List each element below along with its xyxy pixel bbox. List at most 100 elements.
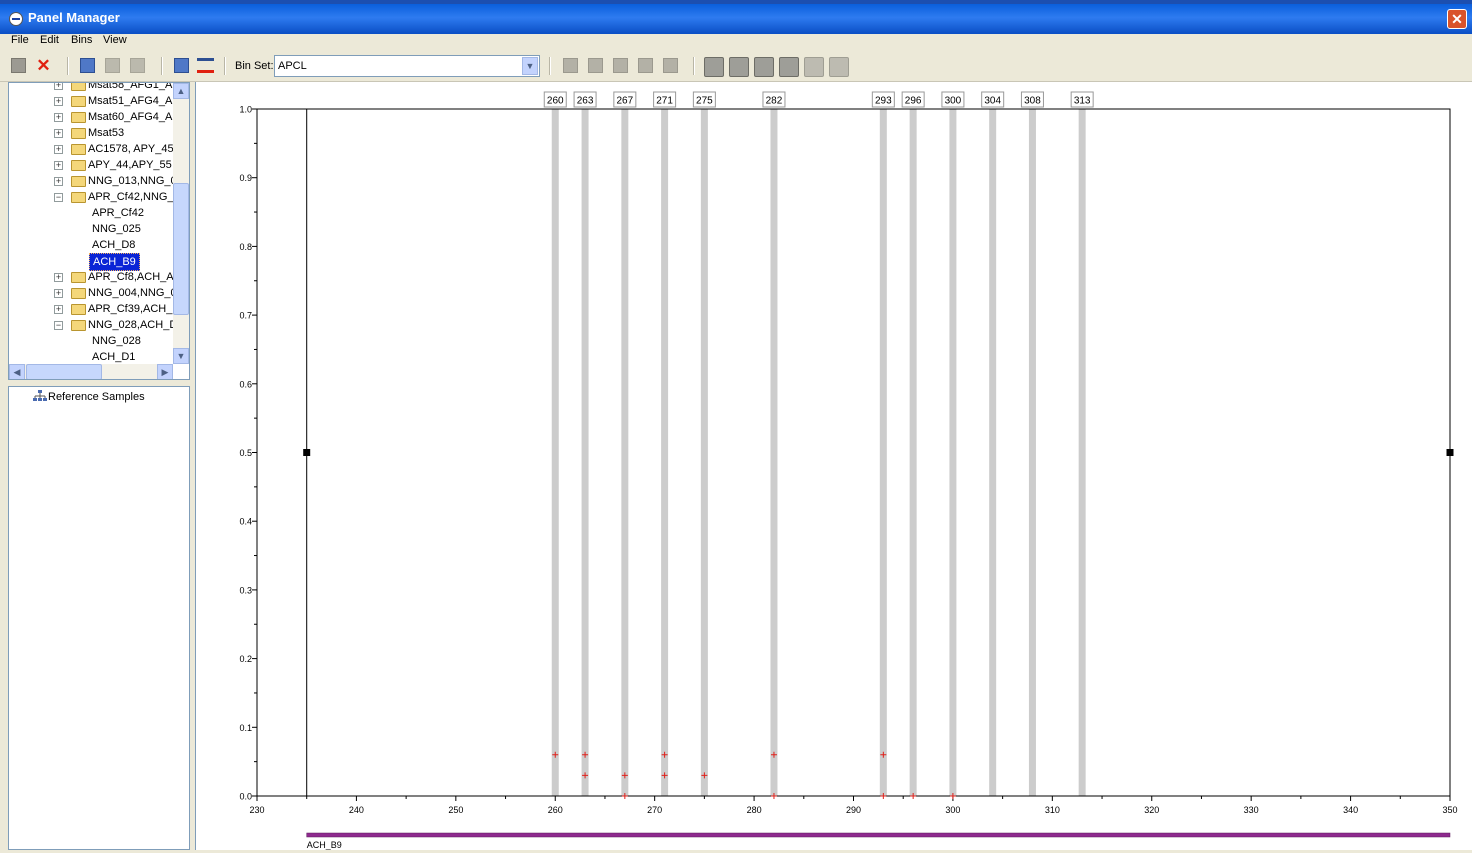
tree-marker-row[interactable]: ACH_B9	[9, 253, 173, 271]
zoom-button[interactable]	[804, 57, 824, 77]
scroll-thumb[interactable]	[26, 364, 102, 379]
tree-folder-row[interactable]: + APR_Cf39,ACH_D	[9, 301, 180, 317]
folder-icon	[71, 288, 86, 299]
range-end-handle[interactable]	[1446, 449, 1454, 456]
tree-folder-row[interactable]: + Msat51_AFG4_A	[9, 93, 173, 109]
bin-band[interactable]	[700, 109, 708, 796]
bin-band[interactable]	[909, 109, 917, 796]
bin-label: 313	[1074, 96, 1091, 107]
bin-band[interactable]	[551, 109, 559, 796]
tree-folder-label: NNG_004,NNG_0	[88, 287, 177, 299]
tree-marker-row[interactable]: NNG_025	[9, 221, 173, 237]
bin-band[interactable]	[879, 109, 887, 796]
expand-icon[interactable]: +	[54, 305, 63, 314]
bin-tool-icon[interactable]	[663, 58, 678, 73]
bin-label: 271	[656, 96, 673, 107]
zoom-button[interactable]	[704, 57, 724, 77]
expand-icon[interactable]: +	[54, 177, 63, 186]
x-tick-label: 330	[1244, 805, 1259, 815]
scroll-right-icon[interactable]: ▶	[157, 364, 173, 379]
x-tick-label: 300	[945, 805, 960, 815]
bin-label: 267	[616, 96, 633, 107]
expand-icon[interactable]: +	[54, 289, 63, 298]
menu-bins[interactable]: Bins	[71, 34, 92, 46]
tree-folder-row[interactable]: + NNG_004,NNG_0	[9, 285, 177, 301]
scroll-up-icon[interactable]: ▲	[173, 83, 189, 99]
y-tick-label: 0.8	[239, 242, 252, 252]
tree-vertical-scrollbar[interactable]: ▲ ▼	[173, 83, 189, 364]
tree-marker-row[interactable]: ACH_D1	[9, 349, 173, 365]
tree-folder-row[interactable]: − NNG_028,ACH_D	[9, 317, 177, 333]
tree-folder-row[interactable]: + APR_Cf8,ACH_A	[9, 269, 174, 285]
bin-band[interactable]	[621, 109, 629, 796]
x-tick-label: 240	[349, 805, 364, 815]
binset-select[interactable]: APCL ▼	[274, 55, 540, 77]
folder-icon	[71, 176, 86, 187]
zoom-button[interactable]	[754, 57, 774, 77]
close-button[interactable]: ✕	[1447, 9, 1467, 29]
bin-band[interactable]	[989, 109, 997, 796]
bin-band[interactable]	[661, 109, 669, 796]
bin-label: 300	[945, 96, 962, 107]
tree-folder-row[interactable]: + AC1578, APY_45	[9, 141, 174, 157]
tree-folder-row[interactable]: + Msat60_AFG4_A	[9, 109, 173, 125]
bin-band[interactable]	[1078, 109, 1086, 796]
bin-band[interactable]	[1028, 109, 1036, 796]
tree-marker-row[interactable]: APR_Cf42	[9, 205, 173, 221]
reference-samples-item[interactable]: Reference Samples	[48, 391, 145, 403]
tree-folder-row[interactable]: + Msat53	[9, 125, 173, 141]
bin-tool-icon[interactable]	[588, 58, 603, 73]
marker-range-bar[interactable]	[306, 832, 1451, 838]
tree-folder-row[interactable]: − APR_Cf42,NNG_0	[9, 189, 180, 205]
disabled-icon[interactable]	[130, 58, 145, 73]
bins-icon[interactable]	[197, 58, 214, 73]
y-tick-label: 0.5	[239, 448, 252, 458]
bin-tool-icon[interactable]	[563, 58, 578, 73]
tree-horizontal-scrollbar[interactable]: ◀ ▶	[9, 364, 173, 379]
bin-tool-icon[interactable]	[638, 58, 653, 73]
tree-folder-row[interactable]: + NNG_013,NNG_0	[9, 173, 177, 189]
add-marker-icon[interactable]	[80, 58, 95, 73]
bin-band[interactable]	[949, 109, 957, 796]
scroll-down-icon[interactable]: ▼	[173, 348, 189, 364]
delete-icon[interactable]: ✕	[36, 57, 51, 74]
y-tick-label: 0.2	[239, 654, 252, 664]
chevron-down-icon[interactable]: ▼	[522, 57, 538, 75]
y-tick-label: 0.0	[239, 792, 252, 802]
folder-icon	[71, 96, 86, 107]
tree-marker-row[interactable]: NNG_028	[9, 333, 173, 349]
zoom-button[interactable]	[829, 57, 849, 77]
tree-folder-label: APY_44,APY_55	[88, 159, 172, 171]
zoom-button[interactable]	[729, 57, 749, 77]
y-tick-label: 0.3	[239, 585, 252, 595]
expand-icon[interactable]: +	[54, 145, 63, 154]
menu-edit[interactable]: Edit	[40, 34, 59, 46]
panel-icon[interactable]	[174, 58, 189, 73]
expand-icon[interactable]: +	[54, 161, 63, 170]
scroll-left-icon[interactable]: ◀	[9, 364, 25, 379]
expand-icon[interactable]: +	[54, 129, 63, 138]
expand-icon[interactable]: +	[54, 273, 63, 282]
tree-folder-row[interactable]: + APY_44,APY_55	[9, 157, 173, 173]
new-panel-icon[interactable]	[11, 58, 26, 73]
expand-icon[interactable]: +	[54, 97, 63, 106]
expand-icon[interactable]: +	[54, 113, 63, 122]
zoom-button[interactable]	[779, 57, 799, 77]
tree-marker-label: NNG_028	[92, 335, 141, 347]
expand-icon[interactable]: +	[54, 83, 63, 90]
collapse-icon[interactable]: −	[54, 321, 63, 330]
folder-icon	[71, 160, 86, 171]
menu-file[interactable]: File	[11, 34, 29, 46]
collapse-icon[interactable]: −	[54, 193, 63, 202]
x-tick-label: 250	[448, 805, 463, 815]
range-start-handle[interactable]	[303, 449, 311, 456]
tree-folder-row[interactable]: + Msat58_AFG1_A	[9, 83, 173, 93]
bin-band[interactable]	[581, 109, 589, 796]
bin-plot[interactable]: 260 263 267 271 275 282 293 296 300 304 308 313 0.0…	[196, 82, 1472, 850]
tree-marker-row[interactable]: ACH_D8	[9, 237, 173, 253]
disabled-icon[interactable]	[105, 58, 120, 73]
bin-tool-icon[interactable]	[613, 58, 628, 73]
bin-band[interactable]	[770, 109, 778, 796]
menu-view[interactable]: View	[103, 34, 127, 46]
scroll-thumb[interactable]	[173, 183, 189, 315]
